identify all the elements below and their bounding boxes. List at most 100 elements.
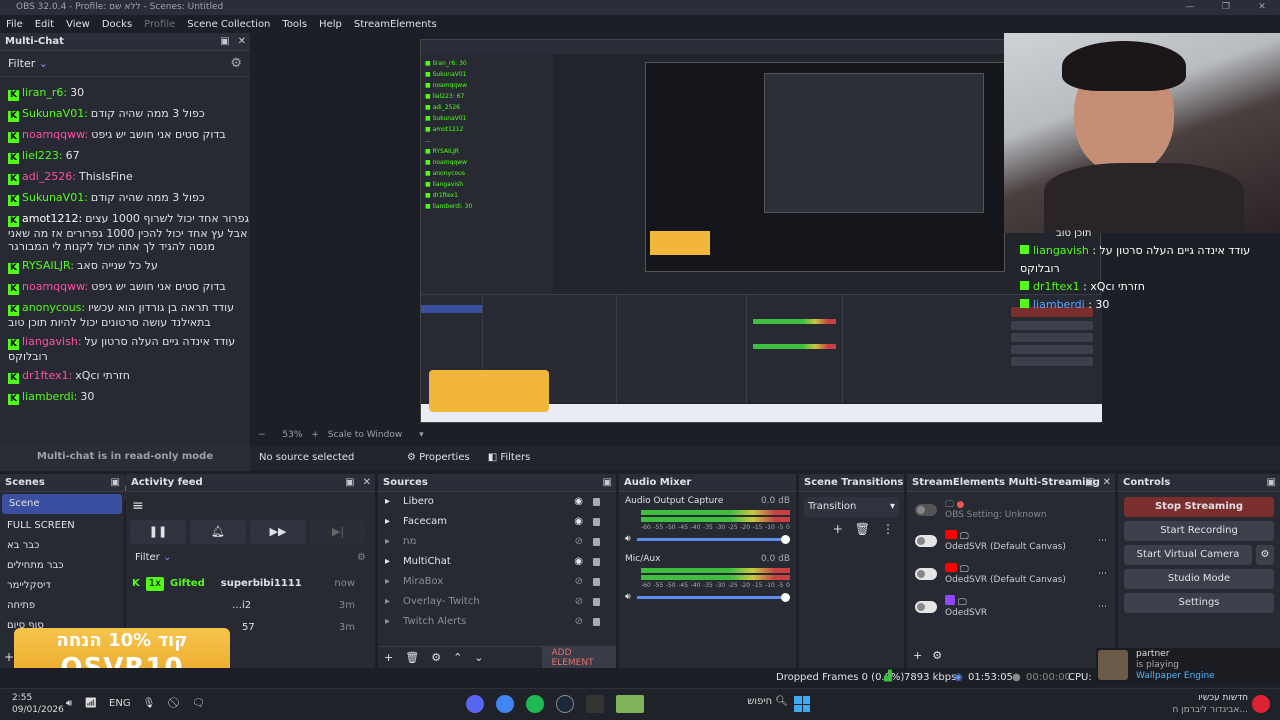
- chrome-icon[interactable]: [496, 695, 514, 713]
- eye-off-icon[interactable]: ⊘: [575, 532, 583, 552]
- notifications-icon[interactable]: 🗨︎: [192, 698, 205, 709]
- gear-icon[interactable]: ⚙: [431, 651, 441, 664]
- clock[interactable]: 2:55 09/01/2026: [12, 692, 64, 716]
- menu-profile[interactable]: Profile: [144, 19, 175, 30]
- volume-slider[interactable]: [636, 534, 790, 544]
- float-icon[interactable]: ▣: [345, 474, 354, 492]
- lock-icon[interactable]: [593, 618, 600, 626]
- float-icon[interactable]: ▣: [1085, 474, 1094, 492]
- scene-item[interactable]: כבר מתחילים: [0, 556, 124, 576]
- scene-item[interactable]: Scene: [2, 494, 122, 514]
- language-indicator[interactable]: ENG: [109, 698, 131, 709]
- properties-button[interactable]: ⚙ Properties: [407, 446, 470, 470]
- eye-icon[interactable]: ◉: [574, 492, 583, 512]
- start-virtual-camera-button[interactable]: Start Virtual Camera: [1124, 545, 1252, 565]
- add-transition-icon[interactable]: +: [833, 522, 843, 536]
- more-icon[interactable]: ⋮: [882, 522, 894, 536]
- bell-icon[interactable]: 🔔︎: [190, 520, 246, 544]
- close-window-button[interactable]: ✕: [1244, 0, 1280, 15]
- taskbar-search[interactable]: חיפוש 🔍︎: [680, 696, 788, 714]
- windows-start-icon[interactable]: [794, 696, 810, 712]
- close-icon[interactable]: ✕: [238, 33, 246, 51]
- source-item[interactable]: ▸ MiraBox ⊘: [378, 572, 616, 592]
- float-icon[interactable]: ▣: [603, 474, 612, 492]
- toggle[interactable]: [915, 504, 937, 516]
- trash-icon[interactable]: 🗑︎: [405, 651, 419, 664]
- filters-button[interactable]: ◧ Filters: [488, 446, 531, 470]
- speaker-icon[interactable]: 🔊︎: [625, 534, 631, 544]
- preview-canvas[interactable]: ■ liran_r6: 30 ■ SukunaV01 ■ noamqqww ■ lie…: [420, 39, 1102, 423]
- obs-icon[interactable]: [586, 695, 604, 713]
- speaker-icon[interactable]: 🔊︎: [625, 592, 631, 602]
- eye-off-icon[interactable]: ⊘: [575, 612, 583, 632]
- pause-icon[interactable]: ❚❚: [130, 520, 186, 544]
- toggle[interactable]: [915, 534, 937, 547]
- widget-icon[interactable]: [616, 695, 644, 713]
- lock-icon[interactable]: [593, 518, 600, 526]
- discord-icon[interactable]: [466, 695, 484, 713]
- next-icon[interactable]: ▶|: [310, 520, 366, 544]
- toggle[interactable]: [915, 567, 937, 580]
- lock-icon[interactable]: [593, 578, 600, 586]
- scene-item[interactable]: כבר בא: [0, 536, 124, 556]
- chevron-down-icon[interactable]: ▾: [419, 430, 424, 440]
- multichat-filter[interactable]: Filter ⌄: [8, 57, 48, 70]
- menu-streamelements[interactable]: StreamElements: [354, 19, 437, 30]
- scene-item[interactable]: FULL SCREEN: [0, 516, 124, 536]
- scene-item[interactable]: פתיחה: [0, 596, 124, 616]
- source-item[interactable]: ▸ Overlay- Twitch ⊘: [378, 592, 616, 612]
- speaker-icon[interactable]: 🔊︎: [66, 698, 72, 709]
- steam-icon[interactable]: [556, 695, 574, 713]
- menu-edit[interactable]: Edit: [35, 19, 54, 30]
- scale-mode[interactable]: Scale to Window: [328, 430, 402, 440]
- float-icon[interactable]: ▣: [111, 474, 120, 492]
- activity-row[interactable]: K 1x Gifted superbibi1111 now: [132, 573, 369, 595]
- mic-icon[interactable]: 🎙︎: [143, 698, 156, 709]
- news-icon[interactable]: [1252, 695, 1270, 713]
- more-icon[interactable]: ⋯: [1098, 536, 1107, 546]
- zoom-in-icon[interactable]: +: [311, 430, 319, 440]
- activity-row[interactable]: …i2 3m: [132, 595, 369, 617]
- gear-icon[interactable]: ⚙: [932, 649, 942, 662]
- more-icon[interactable]: ⋯: [1098, 602, 1107, 612]
- gear-icon[interactable]: ⚙: [357, 552, 366, 563]
- menu-tools[interactable]: Tools: [282, 19, 307, 30]
- mute-icon[interactable]: 🚫︎: [167, 698, 180, 709]
- studio-mode-button[interactable]: Studio Mode: [1124, 569, 1274, 589]
- wifi-icon[interactable]: 📶︎: [84, 698, 97, 709]
- source-item[interactable]: ▸ MultiChat ◉: [378, 552, 616, 572]
- eye-icon[interactable]: ◉: [574, 512, 583, 532]
- transition-select[interactable]: Transition ▾: [804, 497, 899, 517]
- news-widget[interactable]: חדשות עכשיו אביגדור ליברמן ח...: [1170, 692, 1248, 716]
- gear-icon[interactable]: ⚙: [1256, 545, 1274, 565]
- source-item[interactable]: ▸ Libero ◉: [378, 492, 616, 512]
- scene-item[interactable]: דיסקליימר: [0, 576, 124, 596]
- gear-icon[interactable]: ⚙: [230, 56, 242, 71]
- move-up-icon[interactable]: ⌃: [453, 651, 462, 664]
- source-item[interactable]: ▸ Facecam ◉: [378, 512, 616, 532]
- add-source-icon[interactable]: +: [384, 651, 393, 664]
- settings-button[interactable]: Settings: [1124, 593, 1274, 613]
- lock-icon[interactable]: [593, 598, 600, 606]
- menu-docks[interactable]: Docks: [102, 19, 132, 30]
- eye-off-icon[interactable]: ⊘: [575, 572, 583, 592]
- lock-icon[interactable]: [593, 538, 600, 546]
- close-icon[interactable]: ✕: [363, 474, 371, 492]
- menu-view[interactable]: View: [66, 19, 90, 30]
- hamburger-icon[interactable]: ≡: [126, 492, 375, 520]
- lock-icon[interactable]: [593, 498, 600, 506]
- float-icon[interactable]: ▣: [220, 33, 229, 51]
- preview-area[interactable]: ■ liran_r6: 30 ■ SukunaV01 ■ noamqqww ■ lie…: [250, 33, 1280, 471]
- spotify-icon[interactable]: [526, 695, 544, 713]
- source-item[interactable]: ▸ מת ⊘: [378, 532, 616, 552]
- zoom-out-icon[interactable]: −: [258, 430, 266, 440]
- volume-slider[interactable]: [636, 592, 790, 602]
- eye-icon[interactable]: ◉: [574, 552, 583, 572]
- eye-off-icon[interactable]: ⊘: [575, 592, 583, 612]
- stop-streaming-button[interactable]: Stop Streaming: [1124, 497, 1274, 517]
- toggle[interactable]: [915, 600, 937, 613]
- maximize-button[interactable]: ❐: [1208, 0, 1244, 15]
- minimize-button[interactable]: —: [1172, 0, 1208, 15]
- menu-help[interactable]: Help: [319, 19, 342, 30]
- menu-scene-collection[interactable]: Scene Collection: [187, 19, 270, 30]
